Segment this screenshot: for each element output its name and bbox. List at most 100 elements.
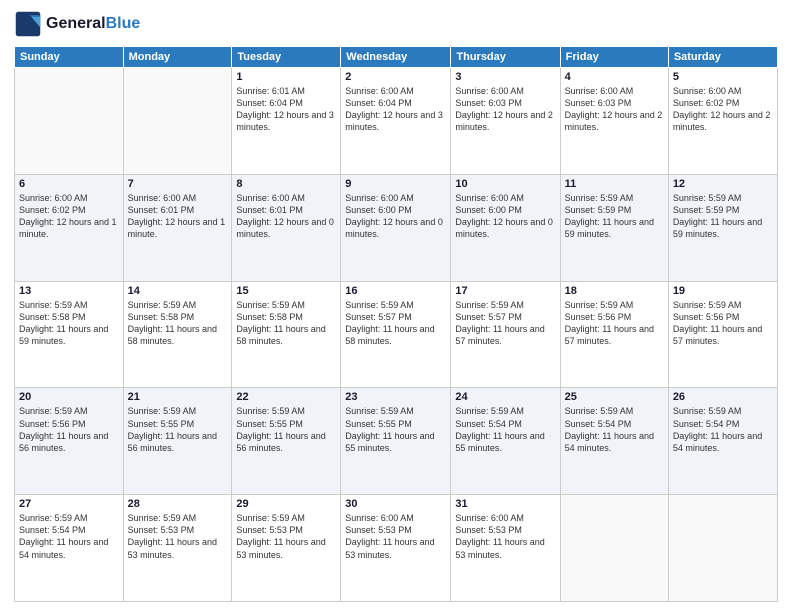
day-info: Sunrise: 5:59 AM Sunset: 5:58 PM Dayligh… — [236, 299, 336, 348]
day-info: Sunrise: 5:59 AM Sunset: 5:56 PM Dayligh… — [19, 405, 119, 454]
day-number: 18 — [565, 285, 664, 297]
weekday-header-row: SundayMondayTuesdayWednesdayThursdayFrid… — [15, 47, 778, 68]
logo-text: GeneralBlue — [46, 15, 140, 33]
calendar-cell: 18 Sunrise: 5:59 AM Sunset: 5:56 PM Dayli… — [560, 281, 668, 388]
calendar-cell: 28 Sunrise: 5:59 AM Sunset: 5:53 PM Dayli… — [123, 495, 232, 602]
day-number: 17 — [455, 285, 555, 297]
calendar-cell: 30 Sunrise: 6:00 AM Sunset: 5:53 PM Dayli… — [341, 495, 451, 602]
weekday-header-thursday: Thursday — [451, 47, 560, 68]
calendar-week-4: 20 Sunrise: 5:59 AM Sunset: 5:56 PM Dayli… — [15, 388, 778, 495]
logo: GeneralBlue — [14, 10, 140, 38]
day-info: Sunrise: 5:59 AM Sunset: 5:53 PM Dayligh… — [128, 512, 228, 561]
calendar-cell: 5Sunrise: 6:00 AM Sunset: 6:02 PM Daylig… — [668, 68, 777, 175]
calendar-cell: 19 Sunrise: 5:59 AM Sunset: 5:56 PM Dayli… — [668, 281, 777, 388]
header: GeneralBlue — [14, 10, 778, 38]
day-info: Sunrise: 6:00 AM Sunset: 6:03 PM Dayligh… — [565, 85, 664, 134]
day-number: 6 — [19, 178, 119, 190]
calendar-cell: 7 Sunrise: 6:00 AM Sunset: 6:01 PM Daylig… — [123, 174, 232, 281]
calendar-cell: 17 Sunrise: 5:59 AM Sunset: 5:57 PM Dayli… — [451, 281, 560, 388]
day-info: Sunrise: 5:59 AM Sunset: 5:58 PM Dayligh… — [19, 299, 119, 348]
calendar-cell: 8 Sunrise: 6:00 AM Sunset: 6:01 PM Daylig… — [232, 174, 341, 281]
calendar-cell: 4 Sunrise: 6:00 AM Sunset: 6:03 PM Daylig… — [560, 68, 668, 175]
calendar-cell: 22 Sunrise: 5:59 AM Sunset: 5:55 PM Dayli… — [232, 388, 341, 495]
day-number: 11 — [565, 178, 664, 190]
day-number: 9 — [345, 178, 446, 190]
calendar-cell: 16 Sunrise: 5:59 AM Sunset: 5:57 PM Dayli… — [341, 281, 451, 388]
weekday-header-wednesday: Wednesday — [341, 47, 451, 68]
day-info: Sunrise: 5:59 AM Sunset: 5:55 PM Dayligh… — [345, 405, 446, 454]
calendar-week-5: 27Sunrise: 5:59 AM Sunset: 5:54 PM Dayli… — [15, 495, 778, 602]
day-info: Sunrise: 6:00 AM Sunset: 6:00 PM Dayligh… — [345, 192, 446, 241]
day-info: Sunrise: 6:00 AM Sunset: 5:53 PM Dayligh… — [345, 512, 446, 561]
calendar-week-2: 6 Sunrise: 6:00 AM Sunset: 6:02 PM Daylig… — [15, 174, 778, 281]
calendar-cell: 29Sunrise: 5:59 AM Sunset: 5:53 PM Dayli… — [232, 495, 341, 602]
calendar-table: SundayMondayTuesdayWednesdayThursdayFrid… — [14, 46, 778, 602]
day-number: 25 — [565, 391, 664, 403]
day-number: 5 — [673, 71, 773, 83]
calendar-cell — [123, 68, 232, 175]
day-info: Sunrise: 6:00 AM Sunset: 6:01 PM Dayligh… — [128, 192, 228, 241]
day-info: Sunrise: 5:59 AM Sunset: 5:59 PM Dayligh… — [673, 192, 773, 241]
day-number: 1 — [236, 71, 336, 83]
day-info: Sunrise: 5:59 AM Sunset: 5:53 PM Dayligh… — [236, 512, 336, 561]
calendar-cell: 24 Sunrise: 5:59 AM Sunset: 5:54 PM Dayli… — [451, 388, 560, 495]
day-number: 24 — [455, 391, 555, 403]
calendar-cell: 20 Sunrise: 5:59 AM Sunset: 5:56 PM Dayli… — [15, 388, 124, 495]
day-number: 8 — [236, 178, 336, 190]
calendar-cell: 23Sunrise: 5:59 AM Sunset: 5:55 PM Dayli… — [341, 388, 451, 495]
day-number: 19 — [673, 285, 773, 297]
calendar-cell: 15 Sunrise: 5:59 AM Sunset: 5:58 PM Dayli… — [232, 281, 341, 388]
day-info: Sunrise: 6:00 AM Sunset: 6:04 PM Dayligh… — [345, 85, 446, 134]
day-info: Sunrise: 5:59 AM Sunset: 5:56 PM Dayligh… — [673, 299, 773, 348]
calendar-cell: 14Sunrise: 5:59 AM Sunset: 5:58 PM Dayli… — [123, 281, 232, 388]
day-info: Sunrise: 5:59 AM Sunset: 5:54 PM Dayligh… — [673, 405, 773, 454]
day-number: 7 — [128, 178, 228, 190]
day-info: Sunrise: 5:59 AM Sunset: 5:54 PM Dayligh… — [19, 512, 119, 561]
calendar-cell: 9 Sunrise: 6:00 AM Sunset: 6:00 PM Daylig… — [341, 174, 451, 281]
day-info: Sunrise: 6:00 AM Sunset: 6:03 PM Dayligh… — [455, 85, 555, 134]
day-info: Sunrise: 5:59 AM Sunset: 5:57 PM Dayligh… — [455, 299, 555, 348]
day-info: Sunrise: 6:01 AM Sunset: 6:04 PM Dayligh… — [236, 85, 336, 134]
calendar-page: GeneralBlue SundayMondayTuesdayWednesday… — [0, 0, 792, 612]
day-info: Sunrise: 6:00 AM Sunset: 6:01 PM Dayligh… — [236, 192, 336, 241]
day-number: 20 — [19, 391, 119, 403]
day-info: Sunrise: 5:59 AM Sunset: 5:57 PM Dayligh… — [345, 299, 446, 348]
calendar-cell: 26 Sunrise: 5:59 AM Sunset: 5:54 PM Dayli… — [668, 388, 777, 495]
calendar-cell: 12Sunrise: 5:59 AM Sunset: 5:59 PM Dayli… — [668, 174, 777, 281]
day-number: 21 — [128, 391, 228, 403]
weekday-header-friday: Friday — [560, 47, 668, 68]
day-info: Sunrise: 5:59 AM Sunset: 5:55 PM Dayligh… — [128, 405, 228, 454]
day-number: 15 — [236, 285, 336, 297]
calendar-week-1: 1 Sunrise: 6:01 AM Sunset: 6:04 PM Daylig… — [15, 68, 778, 175]
day-info: Sunrise: 6:00 AM Sunset: 6:00 PM Dayligh… — [455, 192, 555, 241]
day-number: 26 — [673, 391, 773, 403]
day-info: Sunrise: 5:59 AM Sunset: 5:55 PM Dayligh… — [236, 405, 336, 454]
calendar-cell: 27Sunrise: 5:59 AM Sunset: 5:54 PM Dayli… — [15, 495, 124, 602]
calendar-cell: 3 Sunrise: 6:00 AM Sunset: 6:03 PM Daylig… — [451, 68, 560, 175]
weekday-header-monday: Monday — [123, 47, 232, 68]
day-number: 2 — [345, 71, 446, 83]
day-number: 30 — [345, 498, 446, 510]
day-number: 16 — [345, 285, 446, 297]
day-number: 4 — [565, 71, 664, 83]
day-info: Sunrise: 5:59 AM Sunset: 5:56 PM Dayligh… — [565, 299, 664, 348]
calendar-cell: 31Sunrise: 6:00 AM Sunset: 5:53 PM Dayli… — [451, 495, 560, 602]
calendar-cell: 13 Sunrise: 5:59 AM Sunset: 5:58 PM Dayli… — [15, 281, 124, 388]
calendar-cell: 6 Sunrise: 6:00 AM Sunset: 6:02 PM Daylig… — [15, 174, 124, 281]
day-number: 3 — [455, 71, 555, 83]
day-number: 14 — [128, 285, 228, 297]
calendar-cell: 2 Sunrise: 6:00 AM Sunset: 6:04 PM Daylig… — [341, 68, 451, 175]
day-info: Sunrise: 5:59 AM Sunset: 5:54 PM Dayligh… — [565, 405, 664, 454]
weekday-header-sunday: Sunday — [15, 47, 124, 68]
day-info: Sunrise: 5:59 AM Sunset: 5:54 PM Dayligh… — [455, 405, 555, 454]
day-info: Sunrise: 6:00 AM Sunset: 6:02 PM Dayligh… — [19, 192, 119, 241]
weekday-header-saturday: Saturday — [668, 47, 777, 68]
calendar-cell: 25 Sunrise: 5:59 AM Sunset: 5:54 PM Dayli… — [560, 388, 668, 495]
calendar-cell: 10 Sunrise: 6:00 AM Sunset: 6:00 PM Dayli… — [451, 174, 560, 281]
day-number: 13 — [19, 285, 119, 297]
day-number: 22 — [236, 391, 336, 403]
day-number: 28 — [128, 498, 228, 510]
day-number: 10 — [455, 178, 555, 190]
calendar-cell: 11Sunrise: 5:59 AM Sunset: 5:59 PM Dayli… — [560, 174, 668, 281]
calendar-cell — [560, 495, 668, 602]
